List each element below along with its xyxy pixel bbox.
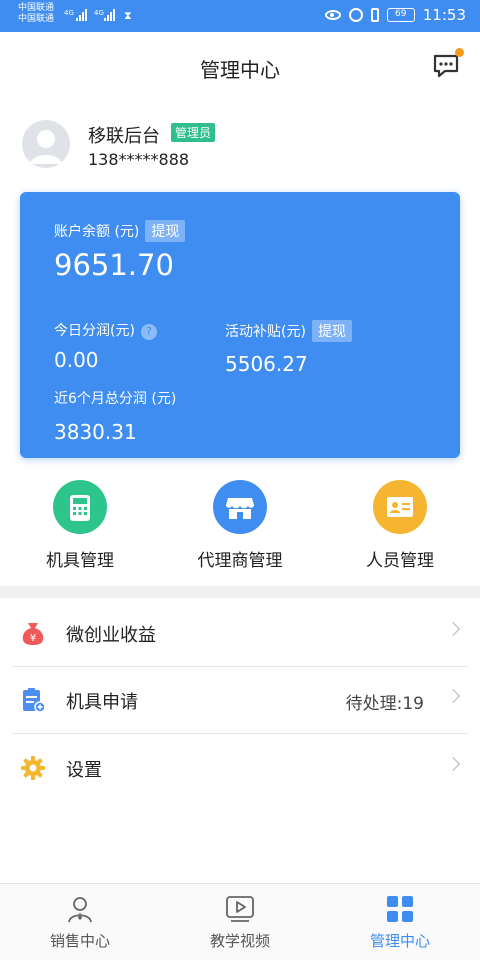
balance-label: 账户余额 (元)	[54, 224, 140, 240]
six-month-label: 近6个月总分润 (元)	[54, 391, 177, 407]
today-profit-row: 今日分润(元)?	[54, 320, 157, 340]
six-month-value: 3830.31	[54, 420, 137, 444]
app-header: 管理中心	[0, 32, 480, 102]
vibrate-icon	[370, 8, 379, 22]
divider	[12, 733, 468, 734]
person-icon	[65, 894, 95, 924]
grid-icon	[385, 894, 415, 924]
tab-teaching-video[interactable]: 教学视频	[160, 884, 320, 961]
menu-item-settings[interactable]: 设置	[0, 735, 480, 801]
shortcut-machine-management[interactable]: 机具管理	[20, 480, 140, 571]
gear-icon	[20, 755, 46, 781]
help-icon[interactable]: ?	[140, 324, 157, 340]
tab-sales-center[interactable]: 销售中心	[0, 884, 160, 961]
menu-item-machine-application[interactable]: 机具申请 待处理:19	[0, 667, 480, 733]
clock-time: 11:53	[422, 6, 466, 24]
menu-label: 微创业收益	[66, 625, 156, 646]
profile-name: 移联后台	[88, 126, 160, 147]
subsidy-withdraw-button[interactable]: 提现	[311, 320, 352, 342]
shortcut-agent-management[interactable]: 代理商管理	[180, 480, 300, 571]
pos-machine-icon	[53, 480, 107, 534]
bottom-nav: 销售中心 教学视频 管理中心	[0, 883, 480, 960]
shortcut-staff-management[interactable]: 人员管理	[340, 480, 460, 571]
money-bag-icon: ¥	[20, 620, 46, 646]
menu-label: 机具申请	[66, 692, 138, 713]
alarm-icon	[348, 8, 363, 22]
eye-icon	[324, 10, 341, 20]
subsidy-label: 活动补贴(元)	[225, 324, 306, 340]
shortcut-label: 代理商管理	[197, 551, 283, 571]
balance-value: 9651.70	[54, 248, 174, 282]
shortcut-label: 人员管理	[366, 551, 434, 571]
balance-withdraw-button[interactable]: 提现	[145, 220, 186, 242]
status-icons: 69 11:53	[324, 6, 466, 24]
status-bar: 中国联通 中国联通 4G 4G ⧗ 69 11:53	[0, 0, 480, 32]
section-divider	[0, 586, 480, 598]
balance-row: 账户余额 (元) 提现	[54, 220, 186, 242]
chevron-right-icon	[445, 688, 461, 704]
tab-management-center[interactable]: 管理中心	[320, 884, 480, 961]
shortcut-label: 机具管理	[46, 551, 114, 571]
signal-icon	[76, 9, 87, 21]
chevron-right-icon	[445, 621, 461, 637]
chevron-right-icon	[445, 756, 461, 772]
menu-item-earnings[interactable]: ¥ 微创业收益	[0, 600, 480, 666]
pending-count: 待处理:19	[345, 694, 424, 714]
page-title: 管理中心	[200, 58, 280, 82]
chat-bubble-icon[interactable]	[432, 48, 464, 80]
clipboard-add-icon	[20, 687, 46, 713]
menu-label: 设置	[66, 760, 102, 781]
subsidy-value: 5506.27	[225, 352, 308, 376]
profile-phone: 138*****888	[88, 150, 190, 169]
role-badge: 管理员	[171, 123, 216, 142]
signal-icon	[104, 9, 115, 21]
carrier-info: 中国联通 中国联通	[18, 3, 54, 25]
network-type-1: 4G	[64, 9, 74, 17]
video-play-icon	[225, 894, 255, 924]
battery-icon: 69	[386, 8, 415, 22]
tab-label: 销售中心	[49, 932, 110, 950]
today-profit-value: 0.00	[54, 348, 99, 372]
carrier-1: 中国联通	[18, 3, 55, 13]
tab-label: 教学视频	[209, 932, 270, 950]
account-card: 账户余额 (元) 提现 9651.70 今日分润(元)? 0.00 活动补贴(元)…	[20, 192, 460, 458]
store-icon	[213, 480, 267, 534]
svg-text:¥: ¥	[30, 633, 36, 644]
id-card-icon	[373, 480, 427, 534]
subsidy-row: 活动补贴(元) 提现	[225, 320, 352, 342]
notification-dot	[455, 48, 464, 57]
avatar[interactable]	[22, 120, 70, 168]
tab-label: 管理中心	[369, 932, 430, 950]
hourglass-icon: ⧗	[124, 9, 132, 22]
today-profit-label: 今日分润(元)	[54, 323, 135, 339]
carrier-2: 中国联通	[18, 14, 55, 24]
network-type-2: 4G	[94, 9, 104, 17]
